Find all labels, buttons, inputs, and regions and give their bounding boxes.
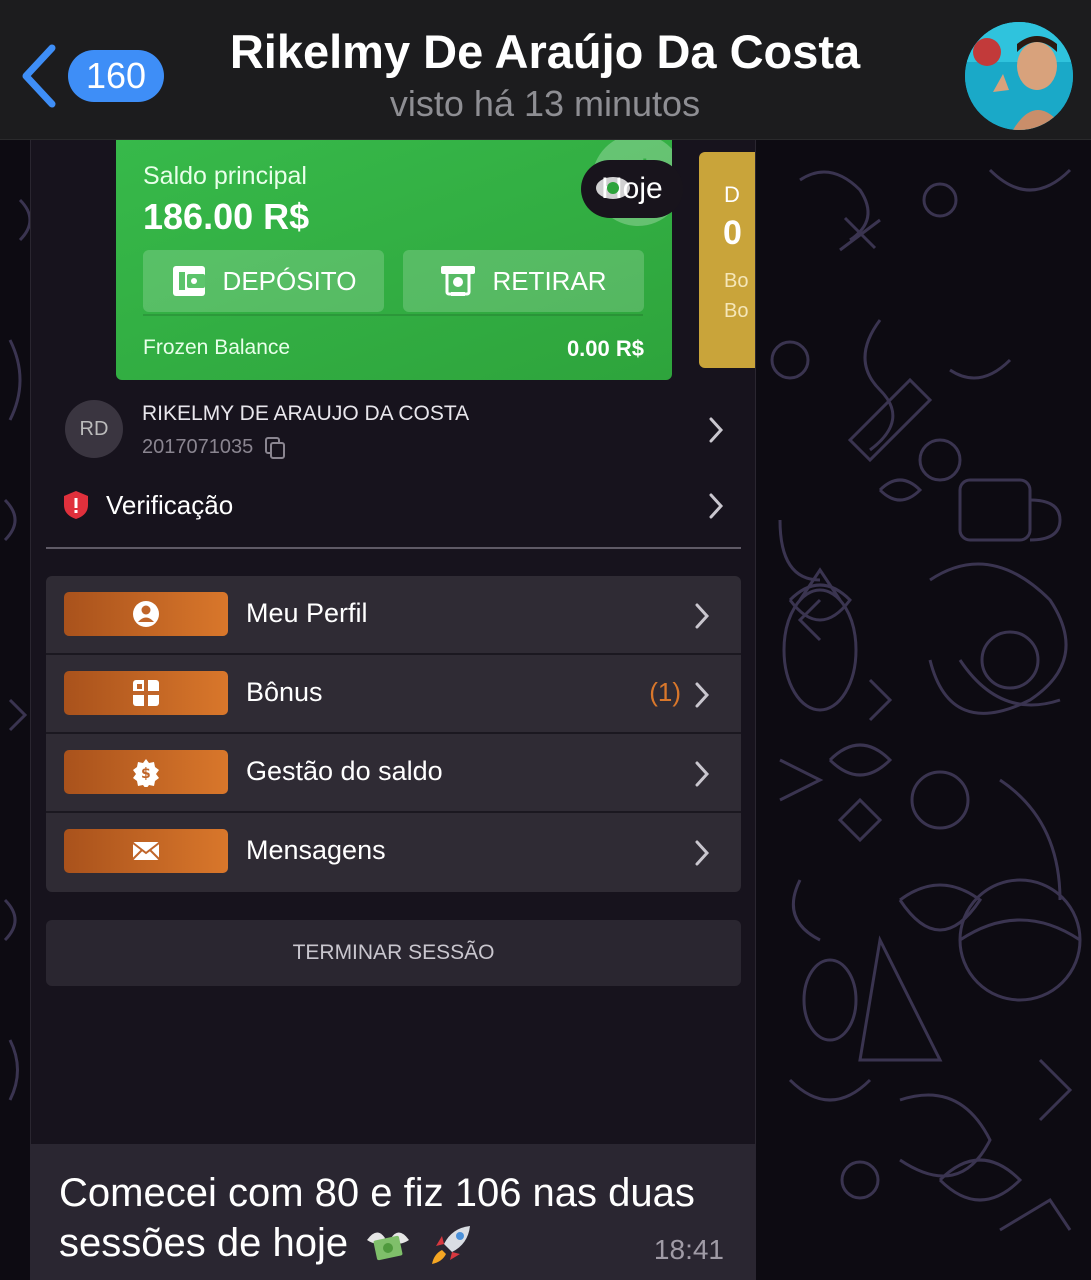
balance-value: 186.00 R$ [143,196,310,237]
screenshot-image: Saldo principal 186.00 R$ $ Hoje DEPÓSIT… [30,140,756,1150]
menu-item-label: Bônus [246,677,323,707]
user-profile-row[interactable]: RD RIKELMY DE ARAUJO DA COSTA 2017071035 [46,398,736,462]
cash-withdraw-icon [441,266,476,296]
withdraw-label: RETIRAR [492,265,607,296]
bonus-card-text-1: D [724,182,740,207]
chat-header: 160 Rikelmy De Araújo Da Costa visto há … [0,0,1091,140]
bonus-card-text-4: Bo [724,300,749,322]
balance-label: Saldo principal [143,162,307,190]
gift-icon [133,680,159,706]
bonus-count-badge: (1) [649,677,681,707]
eye-icon[interactable] [594,174,632,202]
menu-icon-badge: $ [64,750,228,794]
chevron-right-icon [695,761,710,787]
menu-item-label: Mensagens [246,835,386,865]
money-with-wings-icon [367,1232,410,1261]
menu-icon-badge [64,592,228,636]
withdraw-button[interactable]: RETIRAR [403,250,644,312]
bonus-card-text-2: 0 [723,214,742,252]
message-text-block: Comecei com 80 e fiz 106 nas duas sessõe… [59,1168,749,1268]
frozen-balance-value: 0.00 R$ [566,336,644,361]
verification-row[interactable]: Verificação [46,480,736,530]
user-icon [133,601,159,627]
bonus-card-text-3: Bo [724,270,749,292]
chevron-right-icon [709,493,724,519]
rocket-icon [432,1226,471,1265]
chevron-right-icon [709,417,724,443]
account-menu: Meu Perfil Bônus (1) $ Gestão do saldo M… [46,576,741,892]
bonus-balance-card-partial[interactable]: D 0 Bo Bo [699,152,755,368]
last-seen-status: visto há 13 minutos [389,83,701,124]
menu-item-label: Gestão do saldo [246,756,443,786]
menu-item-label: Meu Perfil [246,598,368,628]
shield-alert-icon [64,491,88,519]
chevron-right-icon [695,840,710,866]
deposit-button[interactable]: DEPÓSITO [143,250,384,312]
chevron-left-icon [22,44,56,108]
menu-item-gestao-do-saldo[interactable]: $ Gestão do saldo [46,734,741,813]
logout-button[interactable]: TERMINAR SESSÃO [46,920,741,986]
menu-icon-badge [64,829,228,873]
money-gear-icon: $ [133,759,159,787]
user-id: 2017071035 [142,436,254,458]
svg-text:$: $ [141,766,151,782]
contact-info[interactable]: Rikelmy De Araújo Da Costa visto há 13 m… [200,22,890,126]
message-time: 18:41 [653,1234,724,1265]
menu-icon-badge [64,671,228,715]
contact-name: Rikelmy De Araújo Da Costa [229,25,861,78]
wallet-icon [172,266,205,296]
envelope-icon [132,842,160,860]
user-full-name: RIKELMY DE ARAUJO DA COSTA [142,402,470,425]
chevron-right-icon [695,603,710,629]
user-id-row: 2017071035 [142,436,286,459]
menu-item-mensagens[interactable]: Mensagens [46,813,741,892]
message-caption-bubble[interactable]: Comecei com 80 e fiz 106 nas duas sessõe… [30,1144,756,1280]
menu-item-bonus[interactable]: Bônus (1) [46,655,741,734]
menu-item-meu-perfil[interactable]: Meu Perfil [46,576,741,655]
contact-avatar[interactable] [965,22,1073,130]
copy-icon[interactable] [265,436,286,459]
section-divider [46,547,741,549]
avatar-photo [965,22,1073,130]
frozen-balance-label: Frozen Balance [143,336,291,359]
verification-label: Verificação [106,490,234,520]
user-initials-avatar: RD [65,400,123,458]
main-balance-card: Saldo principal 186.00 R$ $ Hoje DEPÓSIT… [116,140,683,380]
chevron-right-icon [695,682,710,708]
deposit-label: DEPÓSITO [222,265,357,296]
unread-count-badge: 160 [68,50,164,102]
card-divider [143,314,643,316]
back-button[interactable]: 160 [18,40,173,112]
